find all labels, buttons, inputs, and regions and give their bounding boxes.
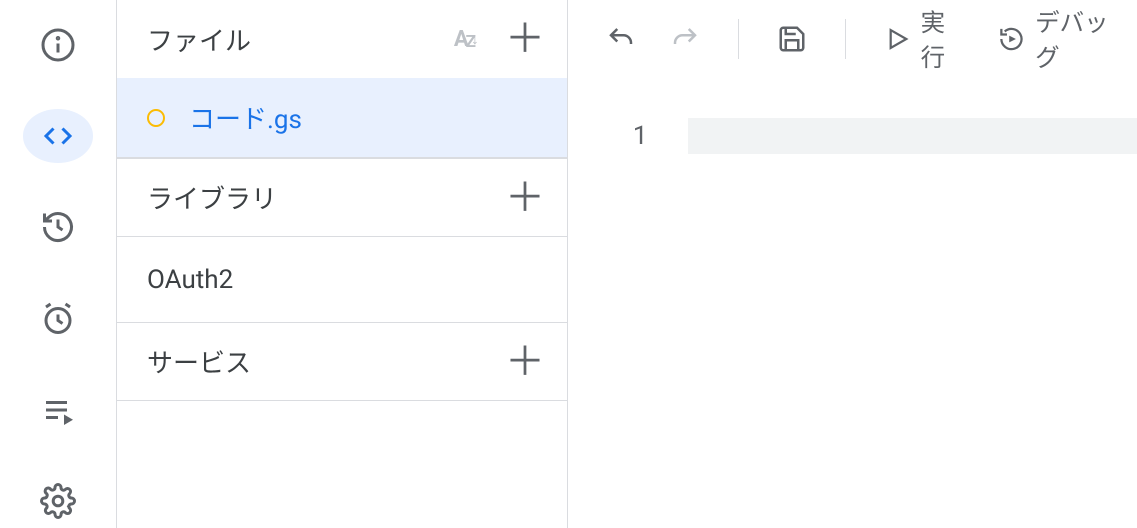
run-label: 実行 — [921, 4, 965, 74]
redo-button[interactable] — [656, 15, 714, 63]
debug-label: デバッグ — [1035, 4, 1123, 74]
debug-button[interactable]: デバッグ — [984, 15, 1137, 63]
toolbar-divider — [738, 19, 739, 59]
files-label: ファイル — [147, 21, 251, 58]
info-icon — [40, 27, 76, 63]
editor-area: 実行 デバッグ 1 — [568, 0, 1137, 528]
debug-icon — [998, 24, 1025, 54]
history-icon — [40, 209, 76, 245]
save-button[interactable] — [763, 15, 821, 63]
executions-icon — [40, 392, 76, 428]
redo-icon — [670, 24, 700, 54]
rail-history-button[interactable] — [23, 201, 93, 254]
files-section-header: ファイル AZ↓ ＋ — [117, 0, 567, 78]
save-icon — [777, 24, 807, 54]
line-number: 1 — [568, 118, 688, 528]
services-section-header: サービス ＋ — [117, 323, 567, 401]
alarm-icon — [40, 301, 76, 337]
library-item-name: OAuth2 — [147, 265, 233, 295]
file-name: コード.gs — [189, 99, 302, 136]
library-item[interactable]: OAuth2 — [117, 237, 567, 323]
add-service-button[interactable]: ＋ — [505, 342, 545, 382]
rail-editor-button[interactable] — [23, 109, 93, 162]
sort-icon[interactable]: AZ↓ — [454, 27, 479, 52]
undo-button[interactable] — [592, 15, 650, 63]
file-item[interactable]: コード.gs — [117, 78, 567, 158]
rail-overview-button[interactable] — [23, 18, 93, 71]
undo-icon — [606, 24, 636, 54]
files-panel: ファイル AZ↓ ＋ コード.gs ライブラリ ＋ OAuth2 サービス ＋ — [116, 0, 568, 528]
toolbar-divider — [845, 19, 846, 59]
code-editor[interactable]: 1 — [568, 78, 1137, 528]
rail-executions-button[interactable] — [23, 383, 93, 436]
code-line-highlight — [688, 118, 1137, 154]
services-label: サービス — [147, 343, 251, 380]
code-icon — [40, 118, 76, 154]
add-file-button[interactable]: ＋ — [505, 19, 545, 59]
editor-toolbar: 実行 デバッグ — [568, 0, 1137, 78]
gear-icon — [40, 483, 76, 519]
rail-triggers-button[interactable] — [23, 292, 93, 345]
play-icon — [884, 24, 911, 54]
run-button[interactable]: 実行 — [870, 15, 978, 63]
add-library-button[interactable]: ＋ — [505, 178, 545, 218]
library-section-header: ライブラリ ＋ — [117, 159, 567, 237]
left-rail — [0, 0, 116, 528]
library-label: ライブラリ — [147, 179, 277, 216]
rail-settings-button[interactable] — [23, 475, 93, 528]
unsaved-dot-icon — [147, 109, 165, 127]
